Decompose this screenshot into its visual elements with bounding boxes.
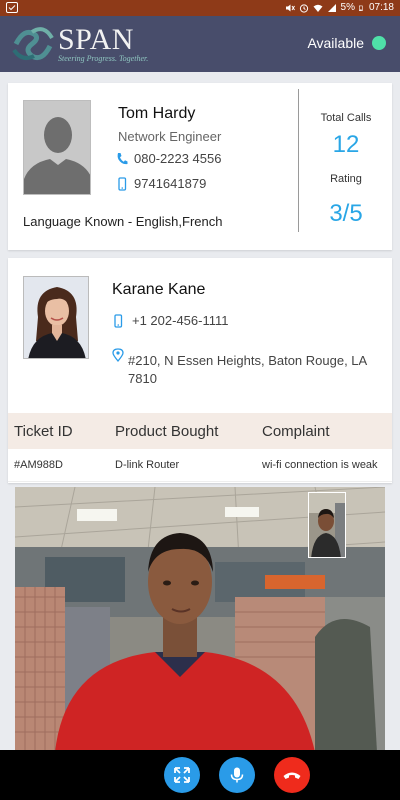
span-logo: SPAN Steering Progress. Together. bbox=[10, 22, 148, 66]
end-call-icon bbox=[283, 772, 301, 779]
cell-ticket-id: #AM988D bbox=[14, 459, 63, 471]
mute-icon bbox=[285, 4, 295, 12]
logo-text: SPAN bbox=[58, 23, 134, 56]
rating-label: Rating bbox=[330, 173, 362, 185]
customer-photo bbox=[23, 276, 89, 359]
col-header-ticket-id: Ticket ID bbox=[14, 422, 73, 440]
agent-mobile[interactable]: 9741641879 bbox=[116, 176, 206, 191]
call-controls-bar bbox=[0, 750, 400, 800]
customer-card: Karane Kane +1 202-456-1111 #210, N Esse… bbox=[8, 258, 392, 483]
availability-status-dot bbox=[372, 36, 386, 50]
table-row[interactable]: #AM988D D-link Router wi-fi connection i… bbox=[8, 449, 392, 482]
customer-phone-text: +1 202-456-1111 bbox=[132, 313, 229, 328]
clock: 07:18 bbox=[368, 2, 394, 13]
fullscreen-icon bbox=[174, 767, 190, 783]
mobile-icon bbox=[114, 313, 123, 328]
cell-product: D-link Router bbox=[115, 459, 180, 471]
end-call-button[interactable] bbox=[274, 757, 310, 793]
rating-value: 3/5 bbox=[329, 200, 363, 227]
wifi-icon bbox=[313, 4, 323, 12]
stats-divider bbox=[298, 89, 299, 232]
ticket-table-header: Ticket ID Product Bought Complaint bbox=[8, 413, 392, 449]
mobile-icon bbox=[118, 176, 127, 191]
logo-tagline: Steering Progress. Together. bbox=[58, 54, 149, 63]
agent-phone-text: 080-2223 4556 bbox=[134, 151, 222, 166]
ticket-table: Ticket ID Product Bought Complaint #AM98… bbox=[8, 413, 392, 482]
total-calls-label: Total Calls bbox=[320, 112, 372, 124]
self-view-image bbox=[309, 493, 345, 557]
agent-name: Tom Hardy bbox=[118, 105, 196, 122]
notification-icon bbox=[6, 2, 18, 13]
fullscreen-button[interactable] bbox=[164, 757, 200, 793]
phone-icon bbox=[117, 152, 128, 164]
person-placeholder-icon bbox=[24, 101, 90, 194]
availability-label: Available bbox=[307, 35, 364, 51]
total-calls-value: 12 bbox=[332, 131, 360, 158]
status-bar: 5% 07:18 bbox=[0, 0, 400, 16]
cell-complaint: wi-fi connection is weak bbox=[262, 459, 378, 471]
location-pin-icon bbox=[112, 348, 124, 362]
self-view-video[interactable] bbox=[308, 492, 346, 558]
customer-address: #210, N Essen Heights, Baton Rouge, LA 7… bbox=[128, 353, 367, 386]
agent-phone[interactable]: 080-2223 4556 bbox=[116, 151, 221, 166]
availability-toggle[interactable]: Available bbox=[307, 35, 386, 51]
col-header-complaint: Complaint bbox=[262, 422, 330, 440]
customer-phone[interactable]: +1 202-456-1111 bbox=[112, 313, 229, 328]
customer-name: Karane Kane bbox=[112, 281, 206, 298]
alarm-icon bbox=[299, 4, 308, 13]
customer-portrait-image bbox=[24, 277, 88, 358]
signal-icon bbox=[327, 4, 336, 12]
battery-icon bbox=[358, 5, 363, 11]
agent-card: Tom Hardy Network Engineer 080-2223 4556… bbox=[8, 83, 392, 250]
battery-percent: 5% bbox=[340, 2, 355, 13]
agent-mobile-text: 9741641879 bbox=[134, 176, 207, 191]
mic-button[interactable] bbox=[219, 757, 255, 793]
mic-icon bbox=[230, 767, 244, 783]
col-header-product: Product Bought bbox=[115, 422, 219, 440]
app-header: SPAN Steering Progress. Together. Availa… bbox=[0, 16, 400, 72]
agent-avatar bbox=[23, 100, 91, 195]
agent-languages: Language Known - English,French bbox=[23, 214, 223, 229]
agent-role: Network Engineer bbox=[118, 129, 222, 144]
logo-mark-icon bbox=[12, 27, 54, 61]
remote-video-feed[interactable] bbox=[15, 487, 385, 752]
